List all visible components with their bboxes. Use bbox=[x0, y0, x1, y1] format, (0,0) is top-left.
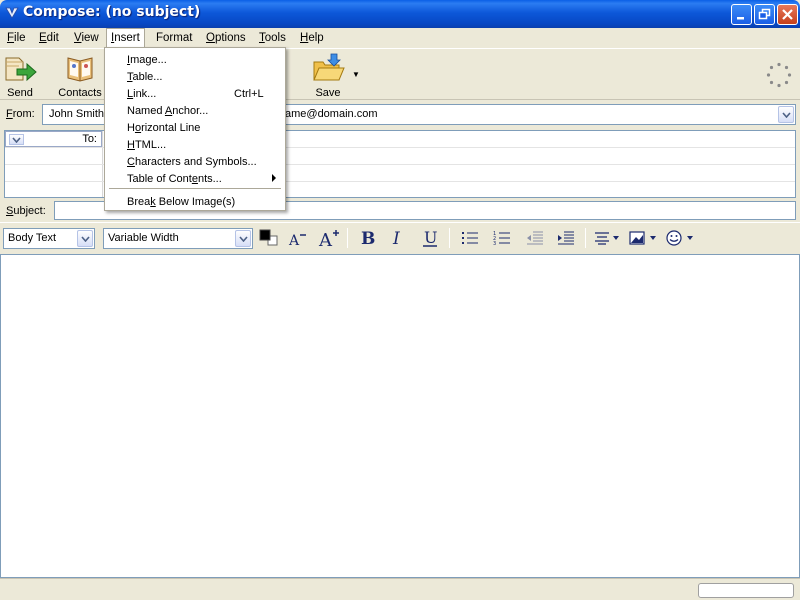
svg-text:I: I bbox=[392, 229, 400, 248]
insert-image-button[interactable] bbox=[627, 227, 659, 249]
indent-button[interactable] bbox=[555, 227, 577, 249]
menu-tools[interactable]: Tools bbox=[254, 30, 291, 47]
font-chevron-down-icon[interactable] bbox=[235, 230, 251, 247]
restore-icon bbox=[758, 8, 771, 20]
close-icon bbox=[782, 9, 793, 20]
activity-throbber-icon bbox=[766, 62, 792, 88]
svg-text:A: A bbox=[318, 230, 333, 249]
larger-font-button[interactable]: A bbox=[316, 227, 342, 249]
svg-text:B: B bbox=[361, 229, 375, 248]
menu-view[interactable]: View bbox=[69, 30, 104, 47]
bullet-list-button[interactable] bbox=[459, 227, 481, 249]
contacts-icon bbox=[67, 57, 93, 82]
insert-menu-dropdown: Image... Table... Link... Ctrl+L Named A… bbox=[104, 47, 286, 211]
bullet-list-icon bbox=[462, 232, 478, 244]
menu-help[interactable]: Help bbox=[295, 30, 329, 47]
save-folder-icon bbox=[313, 53, 345, 81]
link-shortcut: Ctrl+L bbox=[234, 88, 264, 100]
larger-font-icon: A bbox=[318, 230, 339, 249]
menu-item-table-of-contents[interactable]: Table of Contents... bbox=[106, 170, 284, 187]
paragraph-style-value: Body Text bbox=[8, 232, 57, 244]
from-label: From: bbox=[6, 108, 35, 120]
compose-app-icon bbox=[5, 7, 19, 19]
text-color-button[interactable] bbox=[257, 227, 279, 249]
paragraph-style-chevron-down-icon[interactable] bbox=[77, 230, 93, 247]
save-dropdown-caret[interactable]: ▼ bbox=[352, 70, 360, 79]
send-label: Send bbox=[7, 87, 33, 99]
progress-meter bbox=[698, 583, 794, 598]
svg-text:A: A bbox=[288, 233, 300, 248]
menu-item-link[interactable]: Link... Ctrl+L bbox=[106, 85, 284, 102]
bold-icon: B bbox=[361, 229, 375, 248]
menu-item-break-below-images[interactable]: Break Below Image(s) bbox=[106, 193, 284, 210]
minimize-button[interactable] bbox=[731, 4, 752, 25]
status-bar bbox=[0, 578, 800, 600]
smaller-font-button[interactable]: A bbox=[285, 227, 309, 249]
italic-icon: I bbox=[392, 229, 400, 248]
message-body-editor[interactable] bbox=[0, 254, 800, 578]
contacts-label: Contacts bbox=[58, 87, 102, 99]
submenu-arrow-icon bbox=[272, 174, 276, 182]
menu-bar: File Edit View Insert Format Options Too… bbox=[0, 28, 800, 48]
recipient-type-chevron-down-icon[interactable] bbox=[9, 134, 24, 145]
menu-item-html[interactable]: HTML... bbox=[106, 136, 284, 153]
underline-button[interactable]: U bbox=[419, 227, 441, 249]
title-bar: Compose: (no subject) bbox=[0, 0, 800, 28]
menu-file[interactable]: File bbox=[2, 30, 31, 47]
smiley-icon bbox=[666, 230, 693, 246]
svg-text:3: 3 bbox=[493, 241, 496, 246]
italic-button[interactable]: I bbox=[387, 227, 409, 249]
toolbar-separator bbox=[449, 228, 450, 248]
font-value: Variable Width bbox=[108, 232, 179, 244]
format-toolbar: Body Text Variable Width A A B I U 1 2 3 bbox=[0, 222, 800, 252]
recipient-type-select[interactable]: To: bbox=[5, 131, 102, 147]
toolbar-separator bbox=[585, 228, 586, 248]
align-button[interactable] bbox=[592, 227, 622, 249]
menu-item-image[interactable]: Image... bbox=[106, 51, 284, 68]
menu-item-horizontal-line[interactable]: Horizontal Line bbox=[106, 119, 284, 136]
menu-format[interactable]: Format bbox=[151, 30, 197, 47]
insert-smiley-button[interactable] bbox=[664, 227, 696, 249]
window-title: Compose: (no subject) bbox=[23, 4, 201, 20]
recipient-type-label: To: bbox=[82, 133, 97, 145]
menu-insert[interactable]: Insert bbox=[106, 28, 145, 48]
outdent-icon bbox=[527, 231, 543, 245]
from-email: ame@domain.com bbox=[285, 108, 378, 120]
from-chevron-down-icon[interactable] bbox=[778, 106, 794, 123]
save-label: Save bbox=[315, 87, 341, 99]
underline-icon: U bbox=[423, 228, 437, 247]
send-icon bbox=[5, 57, 37, 82]
smaller-font-icon: A bbox=[288, 233, 306, 248]
send-button[interactable]: Send bbox=[2, 52, 38, 99]
align-center-icon bbox=[595, 232, 619, 245]
menu-item-named-anchor[interactable]: Named Anchor... bbox=[106, 102, 284, 119]
paragraph-style-select[interactable]: Body Text bbox=[3, 228, 95, 249]
indent-icon bbox=[558, 231, 574, 245]
insert-image-icon bbox=[629, 231, 656, 245]
numbered-list-icon: 123 bbox=[493, 231, 510, 246]
menu-options[interactable]: Options bbox=[201, 30, 251, 47]
outdent-button[interactable] bbox=[524, 227, 546, 249]
close-button[interactable] bbox=[777, 4, 798, 25]
minimize-icon bbox=[737, 17, 744, 20]
subject-label: Subject: bbox=[6, 205, 46, 217]
menu-item-table[interactable]: Table... bbox=[106, 68, 284, 85]
from-name: John Smith bbox=[49, 108, 105, 120]
contacts-button[interactable]: Contacts bbox=[55, 52, 105, 99]
save-button[interactable]: Save bbox=[310, 52, 346, 99]
text-color-swatch-icon bbox=[259, 229, 278, 246]
menu-edit[interactable]: Edit bbox=[34, 30, 64, 47]
font-select[interactable]: Variable Width bbox=[103, 228, 253, 249]
menu-item-characters-and-symbols[interactable]: Characters and Symbols... bbox=[106, 153, 284, 170]
menu-separator bbox=[109, 188, 281, 189]
restore-button[interactable] bbox=[754, 4, 775, 25]
svg-text:U: U bbox=[424, 228, 437, 247]
toolbar-separator bbox=[347, 228, 348, 248]
numbered-list-button[interactable]: 123 bbox=[491, 227, 513, 249]
bold-button[interactable]: B bbox=[356, 227, 378, 249]
